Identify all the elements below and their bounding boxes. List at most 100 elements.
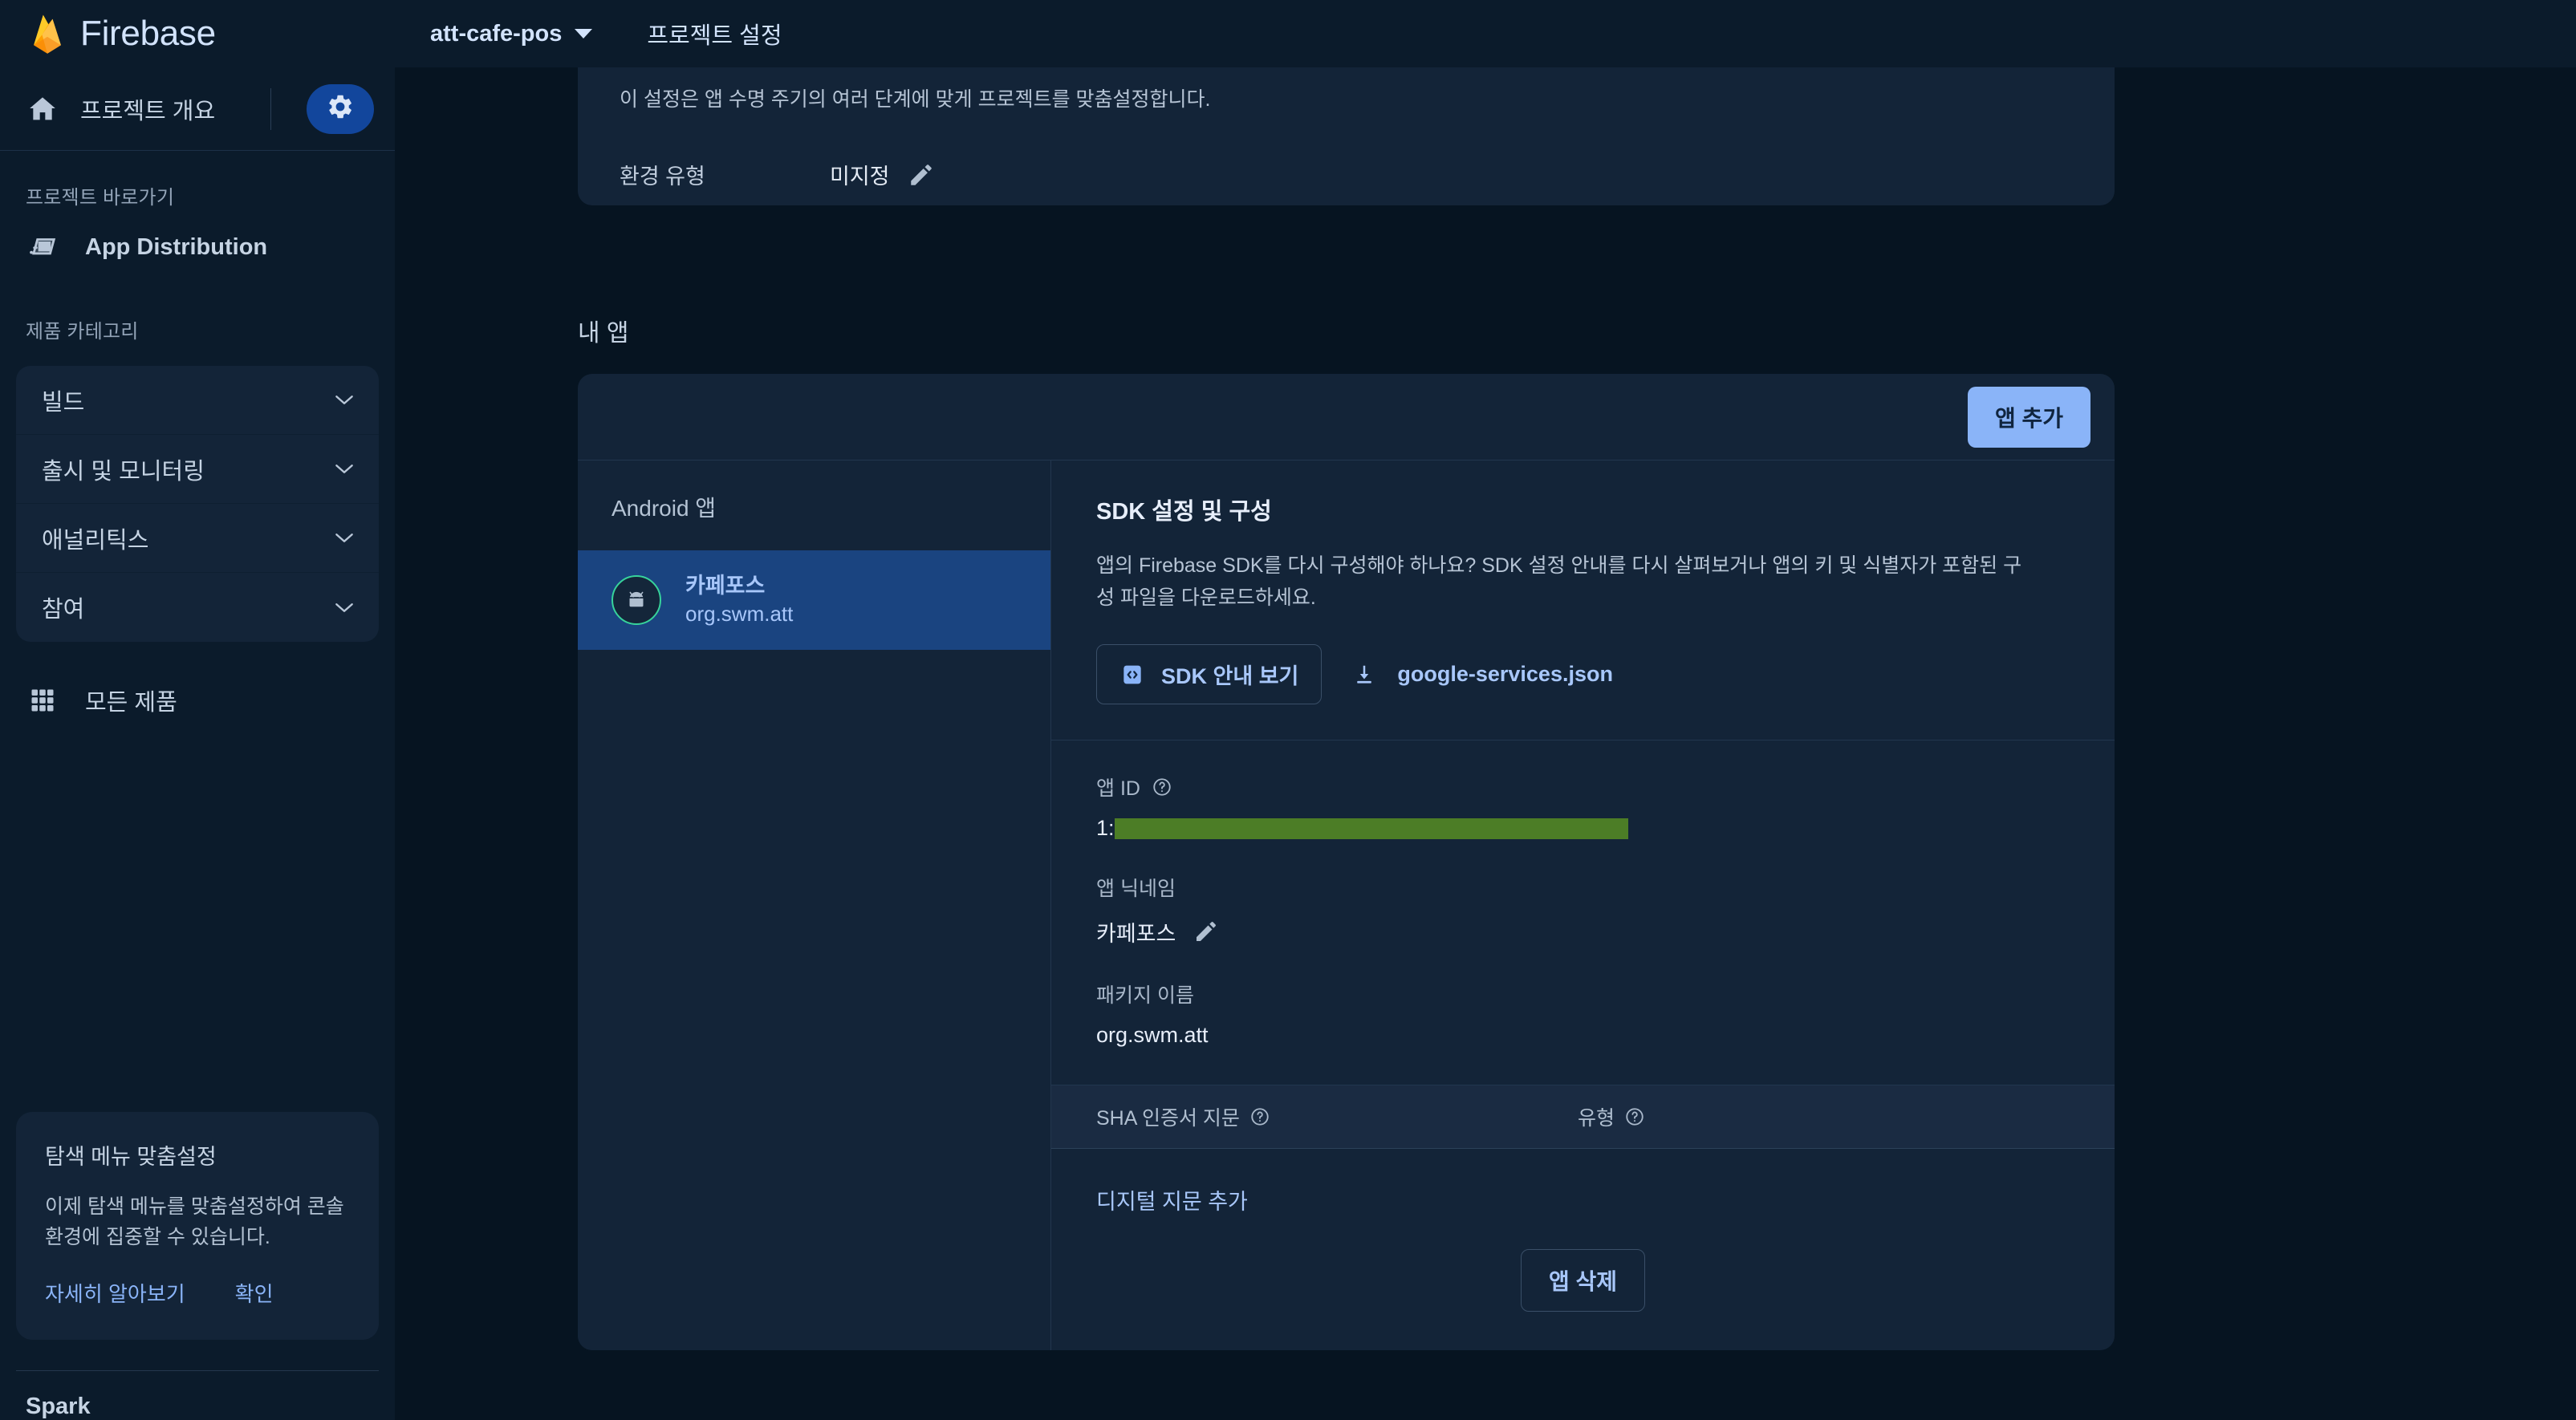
chevron-down-icon: [334, 602, 355, 614]
environment-type-row: 환경 유형 미지정: [620, 159, 2073, 190]
sidebar-shortcuts-label: 프로젝트 바로가기: [26, 187, 175, 209]
promo-title: 탐색 메뉴 맞춤설정: [45, 1145, 217, 1169]
promo-actions: 자세히 알아보기 확인: [45, 1278, 350, 1308]
apps-list: Android 앱 카페포스 org.swm.att: [578, 460, 1051, 1350]
fingerprints-table-body: 디지털 지문 추가: [1051, 1149, 2115, 1215]
app-detail-panel: SDK 설정 및 구성 앱의 Firebase SDK를 다시 구성해야 하나요…: [1051, 460, 2115, 1350]
sidebar: 프로젝트 개요 프로젝트 바로가기 App Distribution 제품 카테…: [0, 67, 395, 1420]
sidebar-item-label: App Distribution: [85, 233, 268, 260]
sidebar-project-overview-label[interactable]: 프로젝트 개요: [80, 92, 250, 126]
app-nickname-label: 앱 닉네임: [1096, 873, 2070, 902]
app-id-label: 앱 ID: [1096, 773, 2070, 801]
brand-name: Firebase: [80, 14, 216, 53]
billing-plan-label[interactable]: Spark: [0, 1371, 395, 1420]
promo-body: 이제 탐색 메뉴를 맞춤설정하여 콘솔 환경에 집중할 수 있습니다.: [45, 1195, 344, 1248]
top-bar: Firebase att-cafe-pos 프로젝트 설정: [0, 0, 2576, 67]
header-text: SHA 인증서 지문: [1096, 1107, 1240, 1130]
package-name-value: org.swm.att: [1096, 1023, 1209, 1047]
category-label: 빌드: [42, 389, 85, 416]
app-list-item-text: 카페포스 org.swm.att: [685, 571, 793, 629]
delete-app-row: 앱 삭제: [1051, 1215, 2115, 1350]
app-id-redaction-bar: [1114, 818, 1628, 839]
project-name: att-cafe-pos: [430, 20, 563, 47]
label-text: 앱 ID: [1096, 777, 1140, 800]
main-content: 이 설정은 앱 수명 주기의 여러 단계에 맞게 프로젝트를 맞춤설정합니다. …: [395, 67, 2576, 1420]
field-package-name: 패키지 이름 org.swm.att: [1096, 980, 2070, 1048]
app-list-item-cafepos[interactable]: 카페포스 org.swm.att: [578, 550, 1050, 650]
promo-confirm-button[interactable]: 확인: [235, 1278, 274, 1308]
category-label: 참여: [42, 597, 85, 623]
environment-description: 이 설정은 앱 수명 주기의 여러 단계에 맞게 프로젝트를 맞춤설정합니다.: [620, 88, 1211, 111]
nickname-text: 카페포스: [1096, 922, 1176, 946]
environment-type-label: 환경 유형: [620, 164, 705, 189]
project-settings-link[interactable]: 프로젝트 설정: [647, 17, 782, 51]
help-icon[interactable]: [1249, 1106, 1270, 1127]
firebase-console: Firebase att-cafe-pos 프로젝트 설정 프로젝트 개요 프로…: [0, 0, 2576, 1420]
project-selector[interactable]: att-cafe-pos: [430, 20, 593, 47]
field-app-nickname: 앱 닉네임 카페포스: [1096, 873, 2070, 947]
chevron-down-icon: [334, 463, 355, 475]
body: 프로젝트 개요 프로젝트 바로가기 App Distribution 제품 카테…: [0, 67, 2576, 1420]
my-apps-body: Android 앱 카페포스 org.swm.att SDK 설정 및 구성 앱…: [578, 460, 2115, 1350]
app-distribution-icon: [26, 230, 59, 264]
sdk-code-icon: [1119, 662, 1145, 688]
package-name-label: 패키지 이름: [1096, 980, 2070, 1008]
firebase-flame-icon: [30, 13, 64, 55]
chevron-down-icon: [334, 532, 355, 544]
sidebar-category-release-monitor[interactable]: 출시 및 모니터링: [16, 435, 379, 504]
fingerprints-table-header: SHA 인증서 지문 유형: [1051, 1085, 2115, 1149]
sidebar-all-products[interactable]: 모든 제품: [0, 642, 395, 717]
help-icon[interactable]: [1152, 777, 1172, 797]
category-label: 출시 및 모니터링: [42, 458, 205, 485]
main-inner: 이 설정은 앱 수명 주기의 여러 단계에 맞게 프로젝트를 맞춤설정합니다. …: [578, 67, 2115, 1350]
app-fields-block: 앱 ID 1: 앱 닉네임 카페포스 패키지 이름 org.swm.att: [1051, 740, 2115, 1085]
all-products-label: 모든 제품: [85, 690, 177, 716]
sdk-setup-heading: SDK 설정 및 구성: [1096, 499, 1272, 525]
sidebar-categories-label: 제품 카테고리: [26, 321, 139, 343]
chevron-down-icon: [334, 394, 355, 406]
app-nickname-value: 카페포스: [1096, 916, 2070, 947]
my-apps-section-title: 내 앱: [578, 320, 629, 347]
environment-card: 이 설정은 앱 수명 주기의 여러 단계에 맞게 프로젝트를 맞춤설정합니다. …: [578, 67, 2115, 205]
download-google-services-json-link[interactable]: google-services.json: [1352, 662, 1613, 687]
sidebar-header: 프로젝트 개요: [0, 67, 395, 151]
environment-type-value: 미지정: [830, 164, 890, 189]
android-icon: [611, 574, 661, 625]
sdk-setup-block: SDK 설정 및 구성 앱의 Firebase SDK를 다시 구성해야 하나요…: [1051, 460, 2115, 740]
sdk-actions: SDK 안내 보기 google-services.json: [1096, 644, 2070, 704]
edit-pencil-icon[interactable]: [908, 161, 935, 189]
sidebar-item-app-distribution[interactable]: App Distribution: [0, 209, 395, 285]
column-header-sha: SHA 인증서 지문: [1096, 1102, 1578, 1131]
sidebar-category-analytics[interactable]: 애널리틱스: [16, 504, 379, 573]
sidebar-settings-button[interactable]: [307, 83, 374, 134]
field-app-id: 앱 ID 1:: [1096, 773, 2070, 841]
delete-app-button[interactable]: 앱 삭제: [1520, 1249, 1646, 1312]
promo-learn-more-link[interactable]: 자세히 알아보기: [45, 1278, 185, 1308]
apps-list-header: Android 앱: [611, 496, 717, 521]
add-fingerprint-link[interactable]: 디지털 지문 추가: [1096, 1190, 1248, 1214]
header-text: 유형: [1578, 1107, 1615, 1130]
edit-pencil-icon[interactable]: [1193, 919, 1221, 946]
download-link-label: google-services.json: [1397, 662, 1613, 686]
label-text: 패키지 이름: [1096, 984, 1194, 1007]
column-header-type: 유형: [1578, 1102, 1645, 1131]
label-text: 앱 닉네임: [1096, 878, 1176, 900]
download-icon: [1352, 663, 1376, 687]
app-id-prefix: 1:: [1096, 816, 1115, 840]
chevron-down-icon: [575, 29, 593, 39]
brand-logo[interactable]: Firebase: [0, 13, 366, 55]
view-sdk-guide-button[interactable]: SDK 안내 보기: [1096, 644, 1323, 704]
gear-icon: [326, 92, 355, 125]
app-name: 카페포스: [685, 574, 766, 598]
divider: [270, 87, 271, 130]
sidebar-category-engage[interactable]: 참여: [16, 573, 379, 642]
help-icon[interactable]: [1624, 1106, 1645, 1127]
category-label: 애널리틱스: [42, 527, 149, 554]
my-apps-toolbar: 앱 추가: [578, 374, 2115, 460]
sidebar-category-build[interactable]: 빌드: [16, 366, 379, 435]
my-apps-card: 앱 추가 Android 앱 카페포스 org.swm.att SDK 설정 및…: [578, 374, 2115, 1350]
home-icon: [26, 92, 59, 126]
add-app-button[interactable]: 앱 추가: [1967, 386, 2090, 448]
grid-icon: [26, 684, 59, 717]
